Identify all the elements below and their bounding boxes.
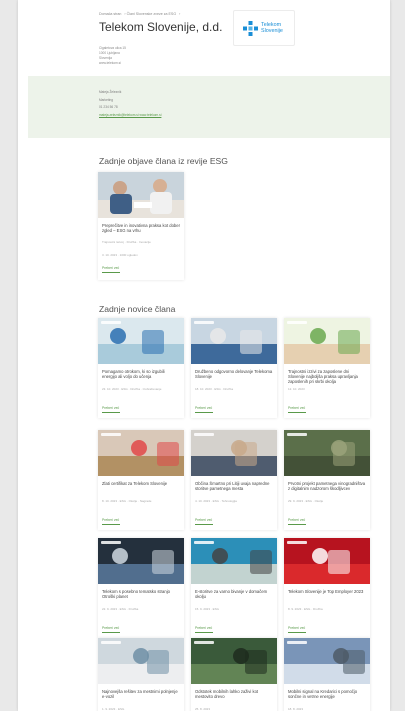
news-card[interactable]: Trajnostni izzivi za zaposlene dni Slove… [284,318,370,418]
award-photo [98,430,184,476]
vineyard-photo [284,430,370,476]
page-title: Telekom Slovenije, d.d. [99,20,223,34]
illustration [284,318,370,364]
web-photo [98,538,184,584]
news-meta: 4. 10. 2023 · ESG · Tehnologija [195,499,237,503]
contact-name: Mateja Železnik [99,90,122,94]
news-meta: 29. 9. 2023 · ESG · Okolje [288,499,324,503]
news-title[interactable]: Trajnostni izzivi za zaposlene dni Slove… [288,369,366,385]
news-title[interactable]: Zlati certifikat za Telekom Slovenije [102,481,180,486]
read-more-link[interactable]: Preberi več [102,406,121,413]
category-tag [194,433,214,436]
read-more-link[interactable]: Preberi več [102,266,121,273]
news-card[interactable]: Družbeno odgovorno delovanje Telekoma Sl… [191,318,277,418]
news-card[interactable]: Telekom s posebno tematsko stranjo Otroš… [98,538,184,638]
company-address: Cigaletova ulica 15 1000 Ljubljana Slove… [99,46,126,66]
article-tags: Trajnostni razvoj · Družba · Inovacije [102,240,151,244]
news-meta: 18. 10. 2023 · ESG · Družba [195,387,234,391]
category-tag [101,321,121,324]
category-tag [287,321,307,324]
news-title[interactable]: Občina Šmartno pri Litiji uvaja napredne… [195,481,273,491]
read-more-link[interactable]: Preberi več [195,406,214,413]
category-tag [101,641,121,644]
breadcrumb-members[interactable]: Člani Slovenske zveze za ESG [127,12,177,16]
company-header: Domača stran › Člani Slovenske zveze za E… [18,0,390,76]
category-tag [194,541,214,544]
news-meta: 22. 9. 2023 · ESG · Družba [102,607,139,611]
article-title[interactable]: Preprečitve in inovativna praksa kot dob… [102,223,180,233]
breadcrumb-home[interactable]: Domača stran [99,12,121,16]
news-meta: 18. 8. 2023 [288,707,304,711]
read-more-link[interactable]: Preberi več [288,518,307,525]
news-title[interactable]: E-storitve za varno bivanje v domačem ok… [195,589,273,599]
school-photo [98,318,184,364]
read-more-link[interactable]: Preberi več [195,626,214,633]
esg-article-card[interactable]: Preprečitve in inovativna praksa kot dob… [98,172,184,280]
category-tag [194,321,214,324]
category-tag [287,433,307,436]
telekom-logo-icon [243,21,258,36]
tree-photo [191,638,277,684]
news-card[interactable]: E-storitve za varno bivanje v domačem ok… [191,538,277,638]
news-title[interactable]: Telekom Slovenije je Top Employer 2023 [288,589,366,594]
news-card[interactable]: Najnovejša rešitev za mestnimi polnjenje… [98,638,184,711]
news-title[interactable]: Prvotni projekt pametnega vinogradništva… [288,481,366,491]
news-meta: 8. 9. 2023 · ESG · Družba [288,607,323,611]
news-card[interactable]: Telekom Slovenije je Top Employer 2023 8.… [284,538,370,638]
category-tag [194,641,214,644]
category-tag [287,641,307,644]
news-card[interactable]: Prvotni projekt pametnega vinogradništva… [284,430,370,530]
news-card[interactable]: Pomagamo otrokom, ki so izgubili energij… [98,318,184,418]
contact-band: Mateja Železnik Marketing 01 234 56 78 m… [28,76,390,138]
news-title[interactable]: Mobilni signal na Kredarici s pomočjo so… [288,689,366,699]
news-section-title: Zadnje novice člana [99,304,176,314]
category-tag [101,541,121,544]
news-meta: 12. 10. 2023 [288,387,305,391]
ev-photo [98,638,184,684]
device-photo [191,538,277,584]
read-more-link[interactable]: Preberi več [288,406,307,413]
category-tag [287,541,307,544]
meeting-photo [191,430,277,476]
mountain-photo [284,638,370,684]
category-tag [101,433,121,436]
news-card[interactable]: Odstotek mobilnih lahko zaživi kot mesto… [191,638,277,711]
esg-section-title: Zadnje objave člana iz revije ESG [99,156,228,166]
logo-text-line: Slovenije [261,28,283,34]
news-meta: 8. 10. 2023 · ESG · Okolje · Nagrade [102,499,152,503]
news-title[interactable]: Telekom s posebno tematsko stranjo Otroš… [102,589,180,599]
article-date: 3. 10. 2023 · 1000 ogledov [102,253,138,257]
contact-info: Mateja Železnik Marketing 01 234 56 78 m… [99,89,161,119]
news-card[interactable]: Občina Šmartno pri Litiji uvaja napredne… [191,430,277,530]
award-red [284,538,370,584]
news-meta: 1. 9. 2023 · ESG [102,707,125,711]
logo-text: Telekom Slovenije [261,22,283,34]
news-title[interactable]: Najnovejša rešitev za mestnimi polnjenje… [102,689,180,699]
news-meta: 15. 9. 2023 · ESG [195,607,220,611]
read-more-link[interactable]: Preberi več [195,518,214,525]
news-meta: 23. 10. 2023 · ESG · Družba · Izobraževa… [102,387,162,391]
contact-role: Marketing [99,97,113,102]
breadcrumb: Domača stran › Člani Slovenske zveze za E… [99,12,181,16]
company-logo: Telekom Slovenije [233,10,295,46]
address-line: www.telekom.si [99,61,121,65]
team-photo [191,318,277,364]
news-card[interactable]: Zlati certifikat za Telekom Slovenije 8. … [98,430,184,530]
news-title[interactable]: Pomagamo otrokom, ki so izgubili energij… [102,369,180,379]
article-image [98,172,184,218]
contact-links[interactable]: mateja.zeleznik@telekom.si www.telekom.s… [99,112,161,120]
news-title[interactable]: Družbeno odgovorno delovanje Telekoma Sl… [195,369,273,379]
contact-phone: 01 234 56 78 [99,105,118,109]
page-sheet: Domača stran › Člani Slovenske zveze za E… [18,0,390,711]
read-more-link[interactable]: Preberi več [102,626,121,633]
news-meta: 25. 8. 2023 [195,707,211,711]
news-title[interactable]: Odstotek mobilnih lahko zaživi kot mesto… [195,689,273,699]
read-more-link[interactable]: Preberi več [288,626,307,633]
news-card[interactable]: Mobilni signal na Kredarici s pomočjo so… [284,638,370,711]
read-more-link[interactable]: Preberi več [102,518,121,525]
